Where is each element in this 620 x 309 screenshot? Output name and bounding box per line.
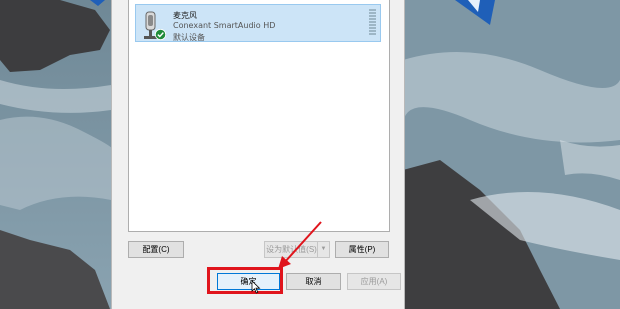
apply-button[interactable]: 应用(A) — [347, 273, 401, 290]
set-default-button[interactable]: 设为默认值(S) ▼ — [264, 241, 330, 258]
ok-button-highlight — [207, 267, 283, 294]
set-default-label: 设为默认值(S) — [266, 245, 317, 254]
device-driver: Conexant SmartAudio HD — [173, 21, 276, 30]
check-icon — [155, 29, 166, 40]
volume-level-meter — [369, 9, 376, 37]
device-name: 麦克风 — [173, 11, 197, 20]
mouse-cursor-icon — [251, 280, 261, 294]
chevron-down-icon[interactable]: ▼ — [317, 242, 329, 257]
sound-properties-dialog: 麦克风 Conexant SmartAudio HD 默认设备 配置(C) 设为… — [111, 0, 405, 309]
device-status: 默认设备 — [173, 33, 205, 42]
cancel-button[interactable]: 取消 — [286, 273, 341, 290]
recording-device-list[interactable]: 麦克风 Conexant SmartAudio HD 默认设备 — [128, 0, 390, 232]
configure-button[interactable]: 配置(C) — [128, 241, 184, 258]
properties-button[interactable]: 属性(P) — [335, 241, 389, 258]
device-row-microphone[interactable]: 麦克风 Conexant SmartAudio HD 默认设备 — [135, 4, 381, 42]
